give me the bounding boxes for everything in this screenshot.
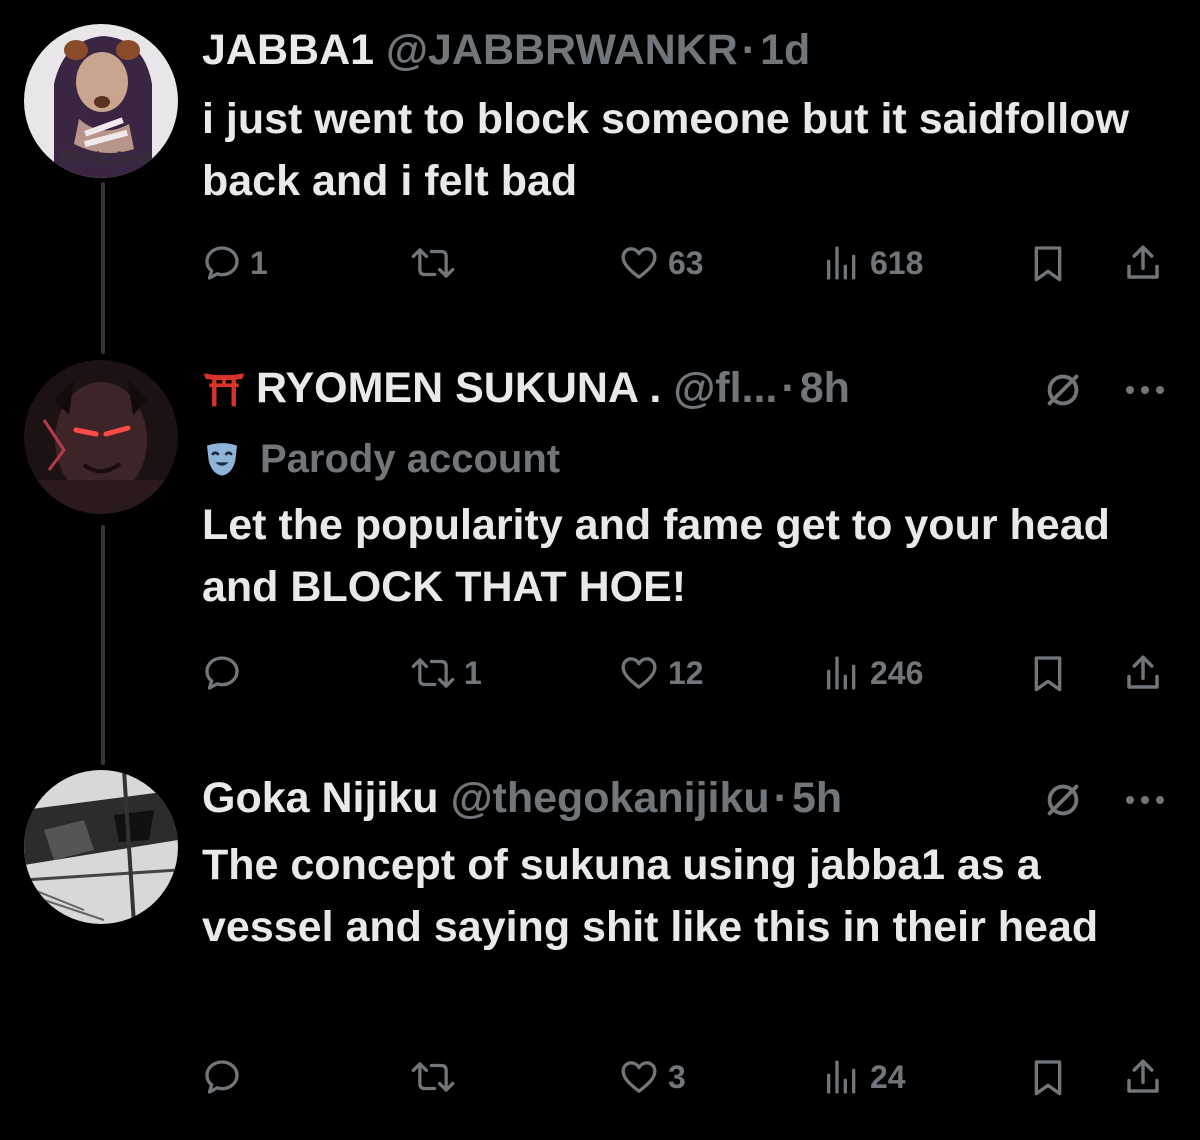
share-icon: [1122, 242, 1164, 284]
bookmark-button[interactable]: [1028, 238, 1068, 288]
like-button[interactable]: 63: [618, 238, 704, 288]
repost-button[interactable]: [410, 1052, 464, 1102]
views-count: 618: [870, 244, 924, 281]
avatar[interactable]: Rio de Jane: [24, 24, 178, 178]
reply-button[interactable]: [202, 1052, 250, 1102]
separator-dot: ·: [781, 364, 796, 412]
repost-icon: [410, 1057, 456, 1097]
timestamp[interactable]: 5h: [792, 770, 842, 826]
post-header: Goka Nijiku @thegokanijiku · 5h: [202, 770, 1180, 826]
reply-icon: [202, 1057, 242, 1097]
bookmark-icon: [1028, 1056, 1068, 1098]
avatar[interactable]: [24, 360, 178, 514]
timestamp[interactable]: 8h: [800, 360, 850, 416]
badge-label: Parody account: [260, 437, 561, 481]
views-count: 246: [870, 654, 924, 691]
display-name[interactable]: RYOMEN SUKUNA .: [256, 360, 661, 416]
thread-line: [101, 525, 105, 765]
share-icon: [1122, 652, 1164, 694]
action-bar: 1 63 618: [0, 238, 1200, 288]
share-button[interactable]: [1122, 1052, 1164, 1102]
bookmark-icon: [1028, 652, 1068, 694]
views-button[interactable]: 246: [822, 648, 923, 698]
action-bar: 3 24: [0, 1052, 1200, 1102]
post-header: JABBA1 @JABBRWANKR · 1d: [202, 22, 1180, 78]
views-icon: [822, 653, 862, 693]
heart-icon: [618, 653, 660, 693]
post-text: Let the popularity and fame get to your …: [202, 501, 1110, 611]
user-handle[interactable]: @thegokanijiku: [451, 770, 770, 826]
reply-button[interactable]: 1: [202, 238, 268, 288]
repost-icon: [410, 653, 456, 693]
heart-icon: [618, 243, 660, 283]
repost-icon: [410, 243, 456, 283]
views-count: 24: [870, 1058, 906, 1095]
share-icon: [1122, 1056, 1164, 1098]
like-count: 3: [668, 1058, 686, 1095]
separator-dot: ·: [773, 774, 788, 822]
bookmark-button[interactable]: [1028, 648, 1068, 698]
heart-icon: [618, 1057, 660, 1097]
parody-badge: Parody account: [202, 434, 560, 484]
bookmark-icon: [1028, 242, 1068, 284]
more-options-icon[interactable]: [1120, 362, 1170, 418]
like-count: 12: [668, 654, 704, 691]
views-button[interactable]: 24: [822, 1052, 906, 1102]
reply-button[interactable]: [202, 648, 250, 698]
repost-count: 1: [464, 654, 482, 691]
no-notifications-icon[interactable]: [1040, 362, 1086, 418]
user-handle[interactable]: @JABBRWANKR: [386, 22, 738, 78]
post-header: RYOMEN SUKUNA . @fl... · 8h: [202, 360, 1180, 416]
share-button[interactable]: [1122, 238, 1164, 288]
separator-dot: ·: [741, 26, 757, 74]
like-button[interactable]: 3: [618, 1052, 686, 1102]
post-text: The concept of sukuna using jabba1 as a …: [202, 841, 1099, 951]
like-button[interactable]: 12: [618, 648, 704, 698]
repost-button[interactable]: 1: [410, 648, 482, 698]
theater-mask-icon: [202, 439, 242, 479]
like-count: 63: [668, 244, 704, 281]
action-bar: 1 12 246: [0, 648, 1200, 698]
display-name[interactable]: JABBA1: [202, 22, 374, 78]
reply-icon: [202, 243, 242, 283]
avatar[interactable]: [24, 770, 178, 924]
repost-button[interactable]: [410, 238, 464, 288]
more-options-icon[interactable]: [1120, 772, 1170, 828]
timestamp[interactable]: 1d: [760, 22, 810, 78]
avatar-caption: Rio de Jane: [60, 148, 151, 167]
views-button[interactable]: 618: [822, 238, 923, 288]
post-text: i just went to block someone but it said…: [202, 95, 1129, 205]
reply-icon: [202, 653, 242, 693]
no-notifications-icon[interactable]: [1040, 772, 1086, 828]
share-button[interactable]: [1122, 648, 1164, 698]
views-icon: [822, 243, 862, 283]
user-handle[interactable]: @fl...: [673, 360, 777, 416]
torii-gate-icon: [202, 366, 246, 410]
display-name[interactable]: Goka Nijiku: [202, 770, 439, 826]
bookmark-button[interactable]: [1028, 1052, 1068, 1102]
views-icon: [822, 1057, 862, 1097]
reply-count: 1: [250, 244, 268, 281]
